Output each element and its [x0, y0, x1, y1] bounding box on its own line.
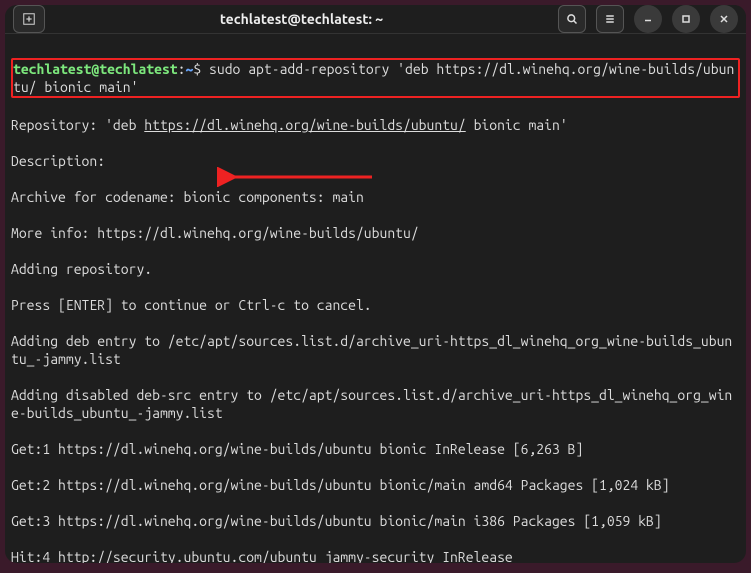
- output-line: Press [ENTER] to continue or Ctrl-c to c…: [11, 296, 740, 314]
- prompt-user: techlatest@techlatest: [13, 61, 178, 77]
- annotation-arrow: [170, 149, 377, 209]
- window-title: techlatest@techlatest: ~: [45, 11, 558, 27]
- terminal-window: techlatest@techlatest: ~ techlatest@tech…: [5, 5, 746, 563]
- output-line: Adding disabled deb-src entry to /etc/ap…: [11, 386, 740, 422]
- output-line: Get:1 https://dl.winehq.org/wine-builds/…: [11, 440, 740, 458]
- search-button[interactable]: [558, 5, 586, 33]
- titlebar: techlatest@techlatest: ~: [5, 5, 746, 34]
- output-line: Hit:4 http://security.ubuntu.com/ubuntu …: [11, 548, 740, 563]
- output-line: Adding repository.: [11, 260, 740, 278]
- terminal-output[interactable]: techlatest@techlatest:~$ sudo apt-add-re…: [5, 34, 746, 563]
- highlighted-command: techlatest@techlatest:~$ sudo apt-add-re…: [11, 58, 740, 98]
- close-button[interactable]: [710, 5, 738, 33]
- minimize-button[interactable]: [634, 5, 662, 33]
- new-tab-button[interactable]: [13, 5, 45, 33]
- output-line: Get:2 https://dl.winehq.org/wine-builds/…: [11, 476, 740, 494]
- output-line: Get:3 https://dl.winehq.org/wine-builds/…: [11, 512, 740, 530]
- output-line: Adding deb entry to /etc/apt/sources.lis…: [11, 332, 740, 368]
- menu-button[interactable]: [596, 5, 624, 33]
- maximize-button[interactable]: [672, 5, 700, 33]
- output-line: More info: https://dl.winehq.org/wine-bu…: [11, 224, 740, 242]
- output-line: Repository: 'deb https://dl.winehq.org/w…: [11, 116, 740, 134]
